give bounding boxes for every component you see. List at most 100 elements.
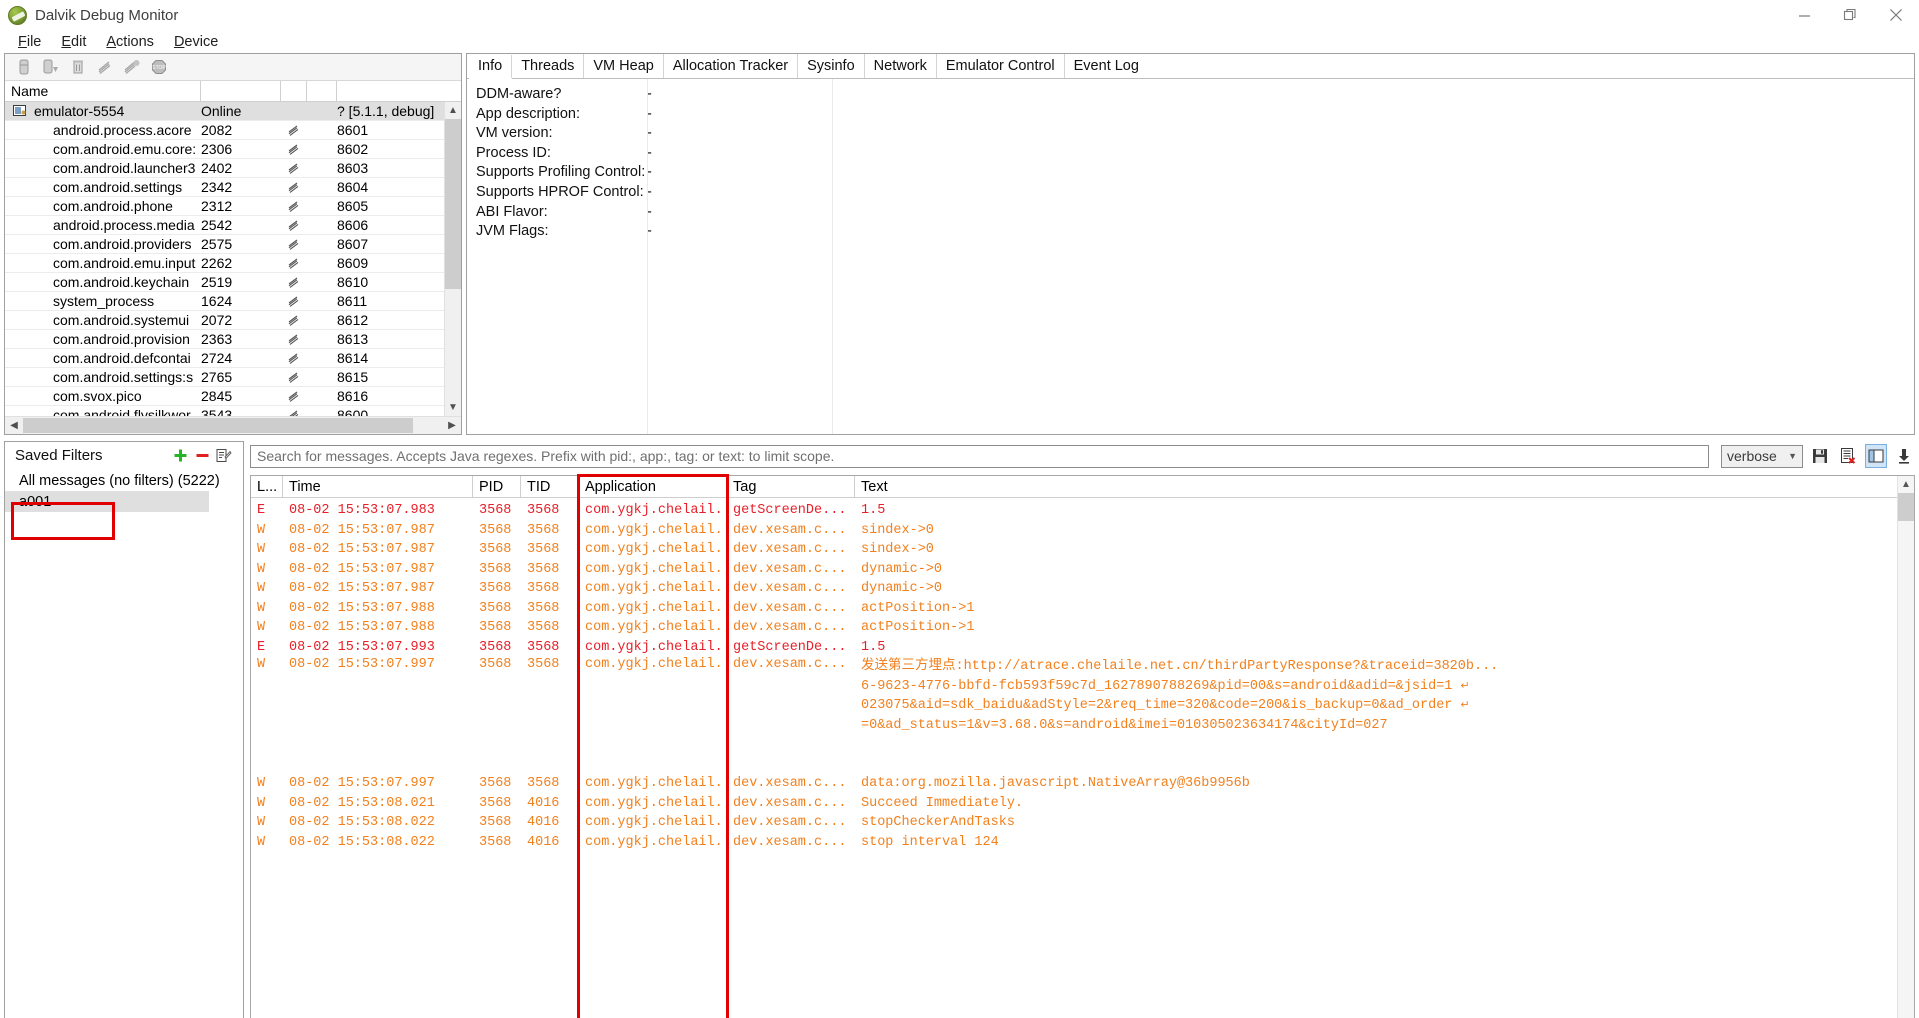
process-row[interactable]: android.process.media 2542 8606: [5, 216, 461, 235]
process-name: com.android.emu.input: [53, 255, 196, 271]
hscrollbar-thumb[interactable]: [23, 418, 413, 433]
process-row[interactable]: com.svox.pico 2845 8616: [5, 387, 461, 406]
log-row[interactable]: W 08-02 15:53:07.997 3568 3568 com.ygkj.chel…: [251, 657, 1914, 735]
maximize-icon[interactable]: [1827, 0, 1873, 30]
devices-col-2[interactable]: [201, 81, 281, 101]
log-application: com.ygkj.chelail...: [585, 795, 727, 811]
log-pid: 3568: [479, 581, 512, 597]
clear-log-button[interactable]: [1837, 444, 1859, 468]
logcat-col-tid[interactable]: TID: [521, 476, 579, 497]
logcat-col-application[interactable]: Application: [579, 476, 727, 497]
tab-event-log[interactable]: Event Log: [1065, 54, 1148, 78]
info-value: -: [647, 86, 652, 102]
logcat-col-text[interactable]: Text: [855, 476, 1914, 497]
log-row[interactable]: W 08-02 15:53:08.022 3568 4016 com.ygkj.chel…: [251, 813, 1914, 833]
debug-process-update-icon[interactable]: [40, 57, 62, 77]
log-row[interactable]: W 08-02 15:53:07.987 3568 3568 com.ygkj.chel…: [251, 540, 1914, 560]
heap-updates-icon[interactable]: [121, 57, 143, 77]
menu-edit[interactable]: Edit: [51, 33, 96, 51]
logcat-col-level[interactable]: L...: [251, 476, 283, 497]
process-row[interactable]: com.android.providers 2575 8607: [5, 235, 461, 254]
log-row[interactable]: W 08-02 15:53:07.987 3568 3568 com.ygkj.chel…: [251, 521, 1914, 541]
filter-list-item[interactable]: a001: [5, 491, 209, 512]
devices-horizontal-scrollbar[interactable]: ◀ ▶: [5, 416, 461, 434]
process-row[interactable]: com.android.systemui 2072 8612: [5, 311, 461, 330]
thread-status-icon: [281, 276, 307, 288]
tab-threads[interactable]: Threads: [512, 54, 585, 78]
process-row[interactable]: system_process 1624 8611: [5, 292, 461, 311]
thread-status-icon: [281, 390, 307, 402]
logcat-col-tag[interactable]: Tag: [727, 476, 855, 497]
info-value: -: [647, 223, 652, 240]
devices-col-4[interactable]: [307, 81, 337, 101]
log-text: sindex->0: [861, 522, 934, 538]
process-port: 8616: [337, 388, 369, 404]
tab-info[interactable]: Info: [469, 55, 513, 79]
scroll-down-icon[interactable]: ▼: [445, 399, 461, 416]
log-scrollbar-thumb[interactable]: [1898, 493, 1914, 521]
log-row[interactable]: W 08-02 15:53:07.997 3568 3568 com.ygkj.chel…: [251, 774, 1914, 794]
log-level-select[interactable]: verbose ▼: [1721, 444, 1803, 468]
tab-allocation-tracker[interactable]: Allocation Tracker: [664, 54, 799, 78]
logcat-col-time[interactable]: Time: [283, 476, 473, 497]
toggle-panel-button[interactable]: [1865, 444, 1887, 468]
scroll-up-icon[interactable]: ▲: [445, 102, 461, 119]
filter-list-item[interactable]: All messages (no filters) (5222): [5, 470, 243, 491]
scroll-to-bottom-button[interactable]: [1893, 444, 1915, 468]
scroll-left-icon[interactable]: ◀: [5, 420, 23, 431]
process-row[interactable]: com.android.settings 2342 8604: [5, 178, 461, 197]
stop-process-icon[interactable]: STOP: [148, 57, 170, 77]
tab-emulator-control[interactable]: Emulator Control: [937, 54, 1065, 78]
log-row[interactable]: W 08-02 15:53:08.022 3568 4016 com.ygkj.chel…: [251, 833, 1914, 853]
process-row[interactable]: com.android.provision 2363 8613: [5, 330, 461, 349]
minimize-icon[interactable]: [1781, 0, 1827, 30]
process-row[interactable]: com.android.launcher3 2402 8603: [5, 159, 461, 178]
search-input[interactable]: Search for messages. Accepts Java regexe…: [250, 444, 1709, 468]
menu-device[interactable]: Device: [164, 33, 228, 51]
process-row[interactable]: com.android.emu.core: 2306 8602: [5, 140, 461, 159]
devices-vertical-scrollbar[interactable]: ▲ ▼: [444, 102, 461, 416]
menu-file[interactable]: File: [8, 33, 51, 51]
process-row[interactable]: android.process.acore 2082 8601: [5, 121, 461, 140]
process-row[interactable]: com.android.phone 2312 8605: [5, 197, 461, 216]
devices-col-3[interactable]: [281, 81, 307, 101]
log-row[interactable]: E 08-02 15:53:07.993 3568 3568 com.ygkj.chel…: [251, 638, 1914, 658]
log-scroll-up-icon[interactable]: ▲: [1898, 476, 1914, 493]
info-value: -: [647, 203, 652, 220]
tab-network[interactable]: Network: [865, 54, 937, 78]
scrollbar-thumb[interactable]: [445, 119, 461, 289]
process-status-or-pid: 2082: [201, 122, 233, 138]
add-filter-button[interactable]: [169, 445, 191, 465]
logcat-col-pid[interactable]: PID: [473, 476, 521, 497]
log-time: 08-02 15:53:07.997: [289, 776, 435, 792]
log-row[interactable]: W 08-02 15:53:07.988 3568 3568 com.ygkj.chel…: [251, 618, 1914, 638]
tab-sysinfo[interactable]: Sysinfo: [798, 54, 865, 78]
log-row[interactable]: W 08-02 15:53:08.021 3568 4016 com.ygkj.chel…: [251, 794, 1914, 814]
debug-process-icon[interactable]: [13, 57, 35, 77]
device-row[interactable]: emulator-5554 Online ? [5.1.1, debug]: [5, 102, 461, 121]
remove-filter-button[interactable]: [191, 445, 213, 465]
thread-updates-icon[interactable]: [94, 57, 116, 77]
trash-icon[interactable]: [67, 57, 89, 77]
edit-filter-button[interactable]: [213, 445, 235, 465]
process-row[interactable]: com.android.emu.input 2262 8609: [5, 254, 461, 273]
log-scroll-down-icon[interactable]: ▼: [1898, 1013, 1914, 1018]
process-row[interactable]: com.android.keychain 2519 8610: [5, 273, 461, 292]
logcat-vertical-scrollbar[interactable]: ▲ ▼: [1897, 476, 1914, 1018]
log-application: com.ygkj.chelail...: [585, 620, 727, 636]
log-row[interactable]: W 08-02 15:53:07.987 3568 3568 com.ygkj.chel…: [251, 560, 1914, 580]
log-application: com.ygkj.chelail...: [585, 834, 727, 850]
devices-col-name[interactable]: Name: [5, 81, 201, 101]
menu-actions[interactable]: Actions: [96, 33, 164, 51]
close-icon[interactable]: [1873, 0, 1919, 30]
log-row[interactable]: W 08-02 15:53:07.988 3568 3568 com.ygkj.chel…: [251, 599, 1914, 619]
process-row[interactable]: com.android.settings:s 2765 8615: [5, 368, 461, 387]
scroll-right-icon[interactable]: ▶: [443, 420, 461, 431]
tab-vm-heap[interactable]: VM Heap: [584, 54, 664, 78]
process-row[interactable]: com.android.defcontai 2724 8614: [5, 349, 461, 368]
log-row[interactable]: E 08-02 15:53:07.983 3568 3568 com.ygkj.chel…: [251, 501, 1914, 521]
log-tid: 3568: [527, 600, 560, 616]
save-log-button[interactable]: [1809, 444, 1831, 468]
log-row[interactable]: W 08-02 15:53:07.987 3568 3568 com.ygkj.chel…: [251, 579, 1914, 599]
devices-col-5[interactable]: [337, 81, 461, 101]
